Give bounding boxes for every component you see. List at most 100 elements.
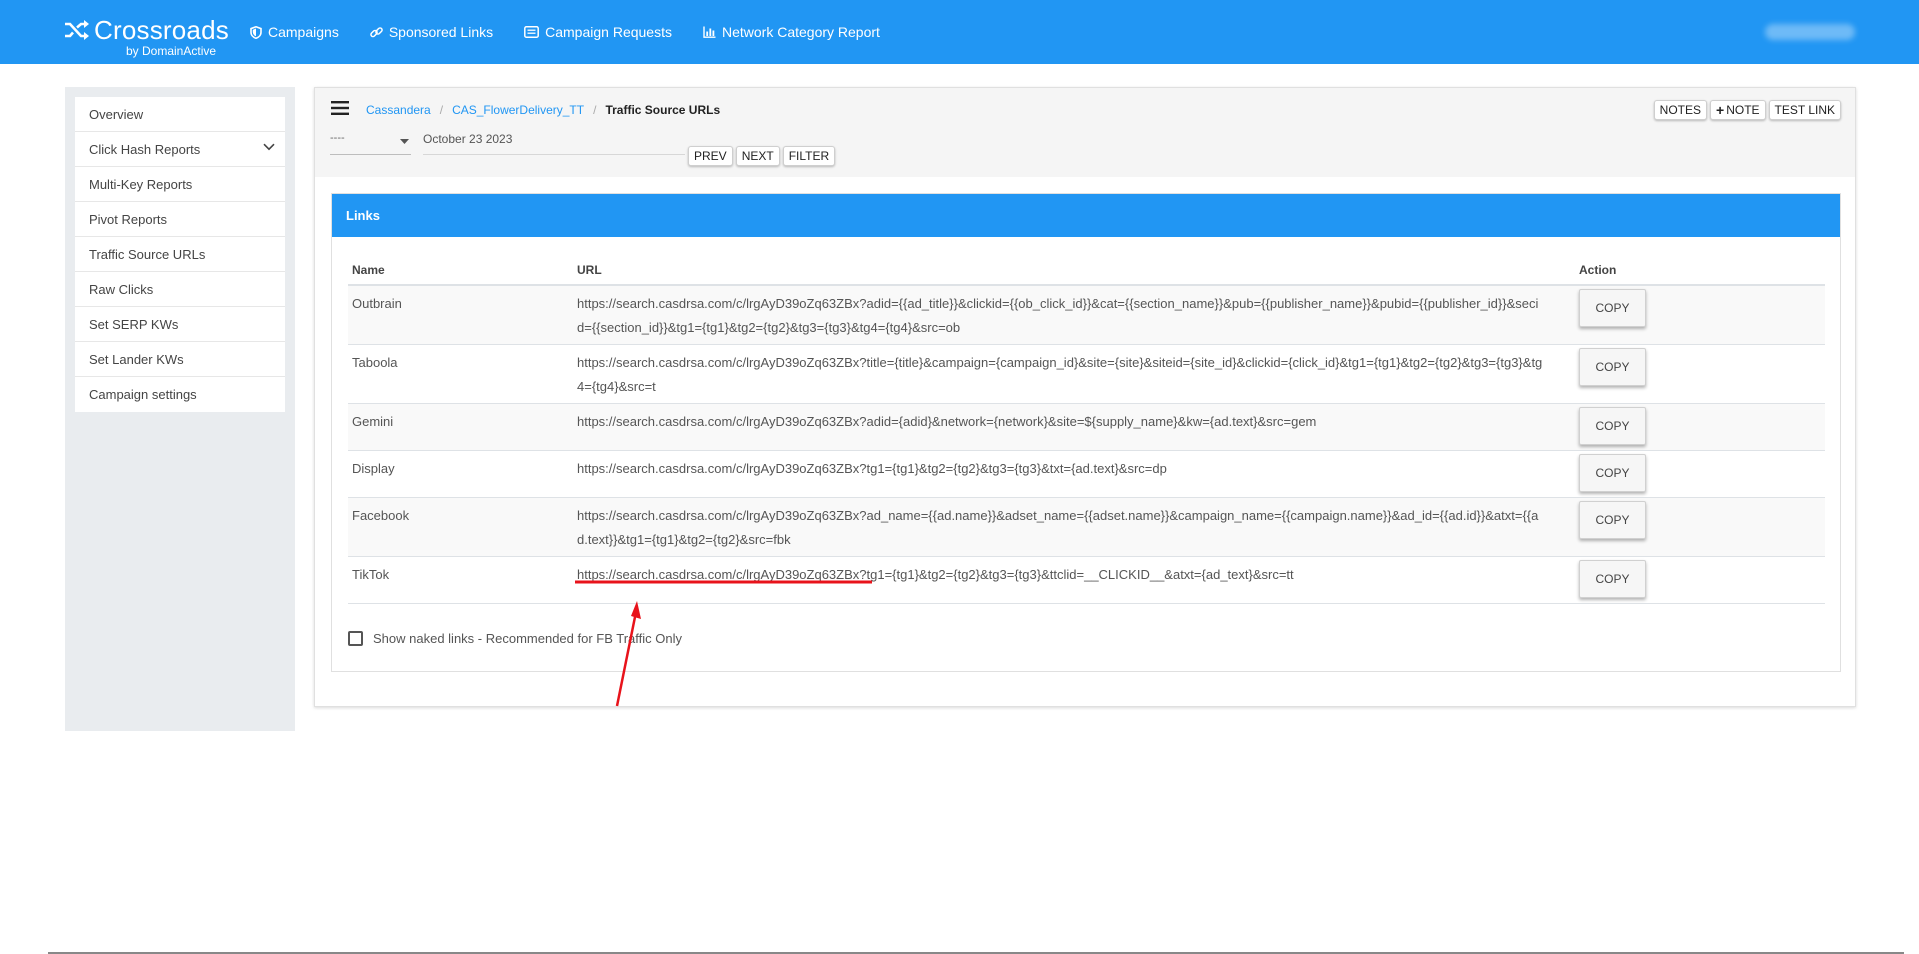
- copy-button[interactable]: COPY: [1579, 347, 1646, 386]
- date-picker[interactable]: October 23 2023: [423, 132, 685, 155]
- links-table: Name URL Action Outbrain https://search.…: [348, 255, 1825, 604]
- filter-button[interactable]: FILTER: [782, 146, 836, 166]
- link-action-cell: COPY: [1575, 497, 1825, 557]
- sidebar-menu: Overview Click Hash Reports Multi-Key Re…: [75, 97, 285, 412]
- link-action-cell: COPY: [1575, 344, 1825, 404]
- link-url[interactable]: https://search.casdrsa.com/c/lrgAyD39oZq…: [573, 403, 1575, 451]
- sidebar-item-click-hash-reports[interactable]: Click Hash Reports: [75, 132, 285, 167]
- sidebar-item-traffic-source-urls[interactable]: Traffic Source URLs: [75, 237, 285, 272]
- link-source-name: Gemini: [348, 403, 573, 451]
- test-link-button[interactable]: TEST LINK: [1768, 100, 1841, 120]
- sidebar-item-label: Click Hash Reports: [89, 141, 201, 157]
- column-header-action: Action: [1575, 255, 1825, 286]
- period-select-value: ----: [330, 132, 345, 144]
- filter-controls: PREV NEXT FILTER: [685, 146, 836, 166]
- notes-button-label: NOTES: [1659, 103, 1701, 117]
- main-nav: Campaigns Sponsored Links Campaign Reque…: [250, 0, 911, 64]
- chevron-down-icon: [263, 143, 275, 151]
- breadcrumb-campaign[interactable]: CAS_FlowerDelivery_TT: [452, 103, 584, 117]
- link-icon: [370, 26, 383, 37]
- nav-network-category-report-label: Network Category Report: [721, 24, 880, 40]
- next-button-label: NEXT: [741, 149, 774, 163]
- brand-logo[interactable]: Crossroads by DomainActive: [64, 15, 229, 58]
- link-url[interactable]: https://search.casdrsa.com/c/lrgAyD39oZq…: [573, 344, 1575, 404]
- nav-network-category-report[interactable]: Network Category Report: [703, 24, 880, 40]
- link-source-name: Outbrain: [348, 285, 573, 345]
- link-action-cell: COPY: [1575, 403, 1825, 451]
- sidebar-item-multi-key-reports[interactable]: Multi-Key Reports: [75, 167, 285, 202]
- link-url[interactable]: https://search.casdrsa.com/c/lrgAyD39oZq…: [573, 450, 1575, 498]
- table-row: Outbrain https://search.casdrsa.com/c/lr…: [348, 285, 1825, 345]
- date-picker-value: October 23 2023: [423, 132, 513, 146]
- naked-links-checkbox[interactable]: [348, 631, 363, 646]
- table-header-row: Name URL Action: [348, 255, 1825, 286]
- sidebar-item-label: Multi-Key Reports: [89, 176, 193, 192]
- breadcrumb: Cassandera / CAS_FlowerDelivery_TT / Tra…: [366, 103, 720, 117]
- plus-icon: +: [1716, 102, 1725, 118]
- link-url[interactable]: https://search.casdrsa.com/c/lrgAyD39oZq…: [573, 285, 1575, 345]
- test-link-button-label: TEST LINK: [1774, 103, 1835, 117]
- add-note-button[interactable]: + NOTE: [1710, 100, 1766, 120]
- sidebar-item-set-serp-kws[interactable]: Set SERP KWs: [75, 307, 285, 342]
- nav-campaign-requests-label: Campaign Requests: [545, 24, 672, 40]
- sidebar-item-raw-clicks[interactable]: Raw Clicks: [75, 272, 285, 307]
- links-panel: Links Name URL Action Outbrain https://s…: [331, 193, 1841, 672]
- link-source-name: Display: [348, 450, 573, 498]
- sidebar-item-label: Overview: [89, 106, 144, 122]
- breadcrumb-advertiser[interactable]: Cassandera: [366, 103, 431, 117]
- table-row: Taboola https://search.casdrsa.com/c/lrg…: [348, 344, 1825, 404]
- sidebar-item-label: Set SERP KWs: [89, 316, 179, 332]
- link-url[interactable]: https://search.casdrsa.com/c/lrgAyD39oZq…: [573, 556, 1575, 604]
- naked-links-label: Show naked links - Recommended for FB Tr…: [373, 631, 682, 646]
- prev-button[interactable]: PREV: [688, 146, 733, 166]
- copy-button[interactable]: COPY: [1579, 453, 1646, 492]
- filter-button-label: FILTER: [788, 149, 830, 163]
- main-card: Cassandera / CAS_FlowerDelivery_TT / Tra…: [314, 87, 1856, 707]
- prev-button-label: PREV: [694, 149, 727, 163]
- user-menu[interactable]: [1765, 24, 1855, 40]
- link-url[interactable]: https://search.casdrsa.com/c/lrgAyD39oZq…: [573, 497, 1575, 557]
- table-row: TikTok https://search.casdrsa.com/c/lrgA…: [348, 556, 1825, 604]
- nav-sponsored-links[interactable]: Sponsored Links: [370, 24, 493, 40]
- sidebar-item-label: Set Lander KWs: [89, 351, 184, 367]
- sidebar-item-set-lander-kws[interactable]: Set Lander KWs: [75, 342, 285, 377]
- sidebar-item-pivot-reports[interactable]: Pivot Reports: [75, 202, 285, 237]
- link-action-cell: COPY: [1575, 556, 1825, 604]
- copy-button[interactable]: COPY: [1579, 289, 1646, 327]
- card-header: Cassandera / CAS_FlowerDelivery_TT / Tra…: [315, 88, 1855, 177]
- link-source-name: Taboola: [348, 344, 573, 404]
- nav-campaign-requests[interactable]: Campaign Requests: [524, 24, 672, 40]
- sidebar-item-label: Campaign settings: [89, 387, 197, 402]
- brand-name: Crossroads: [94, 15, 229, 45]
- notes-button[interactable]: NOTES: [1653, 100, 1707, 120]
- column-header-url: URL: [573, 255, 1575, 286]
- sidebar: Overview Click Hash Reports Multi-Key Re…: [65, 87, 295, 731]
- add-note-button-label: NOTE: [1726, 103, 1760, 117]
- link-action-cell: COPY: [1575, 285, 1825, 345]
- copy-button[interactable]: COPY: [1579, 500, 1646, 539]
- breadcrumb-separator: /: [439, 103, 444, 117]
- next-button[interactable]: NEXT: [735, 146, 780, 166]
- period-select[interactable]: ----: [330, 132, 411, 155]
- naked-links-option: Show naked links - Recommended for FB Tr…: [348, 631, 682, 646]
- link-source-name: Facebook: [348, 497, 573, 557]
- list-card-icon: [524, 26, 540, 38]
- table-row: Gemini https://search.casdrsa.com/c/lrgA…: [348, 403, 1825, 451]
- shuffle-icon: [65, 20, 89, 40]
- nav-campaigns-label: Campaigns: [268, 24, 339, 40]
- table-row: Facebook https://search.casdrsa.com/c/lr…: [348, 497, 1825, 557]
- copy-button[interactable]: COPY: [1579, 406, 1646, 445]
- copy-button[interactable]: COPY: [1579, 559, 1646, 598]
- sidebar-item-campaign-settings[interactable]: Campaign settings: [75, 377, 285, 412]
- links-panel-title: Links: [332, 194, 1840, 237]
- column-header-name: Name: [348, 255, 573, 286]
- header-actions: NOTES + NOTE TEST LINK: [1651, 100, 1841, 120]
- caret-down-icon: [400, 139, 409, 144]
- sidebar-item-overview[interactable]: Overview: [75, 97, 285, 132]
- nav-campaigns[interactable]: Campaigns: [250, 24, 339, 40]
- link-action-cell: COPY: [1575, 450, 1825, 498]
- breadcrumb-current: Traffic Source URLs: [605, 103, 721, 117]
- breadcrumb-separator: /: [593, 103, 597, 117]
- hamburger-menu-icon[interactable]: [331, 100, 349, 116]
- shield-icon: [250, 25, 262, 39]
